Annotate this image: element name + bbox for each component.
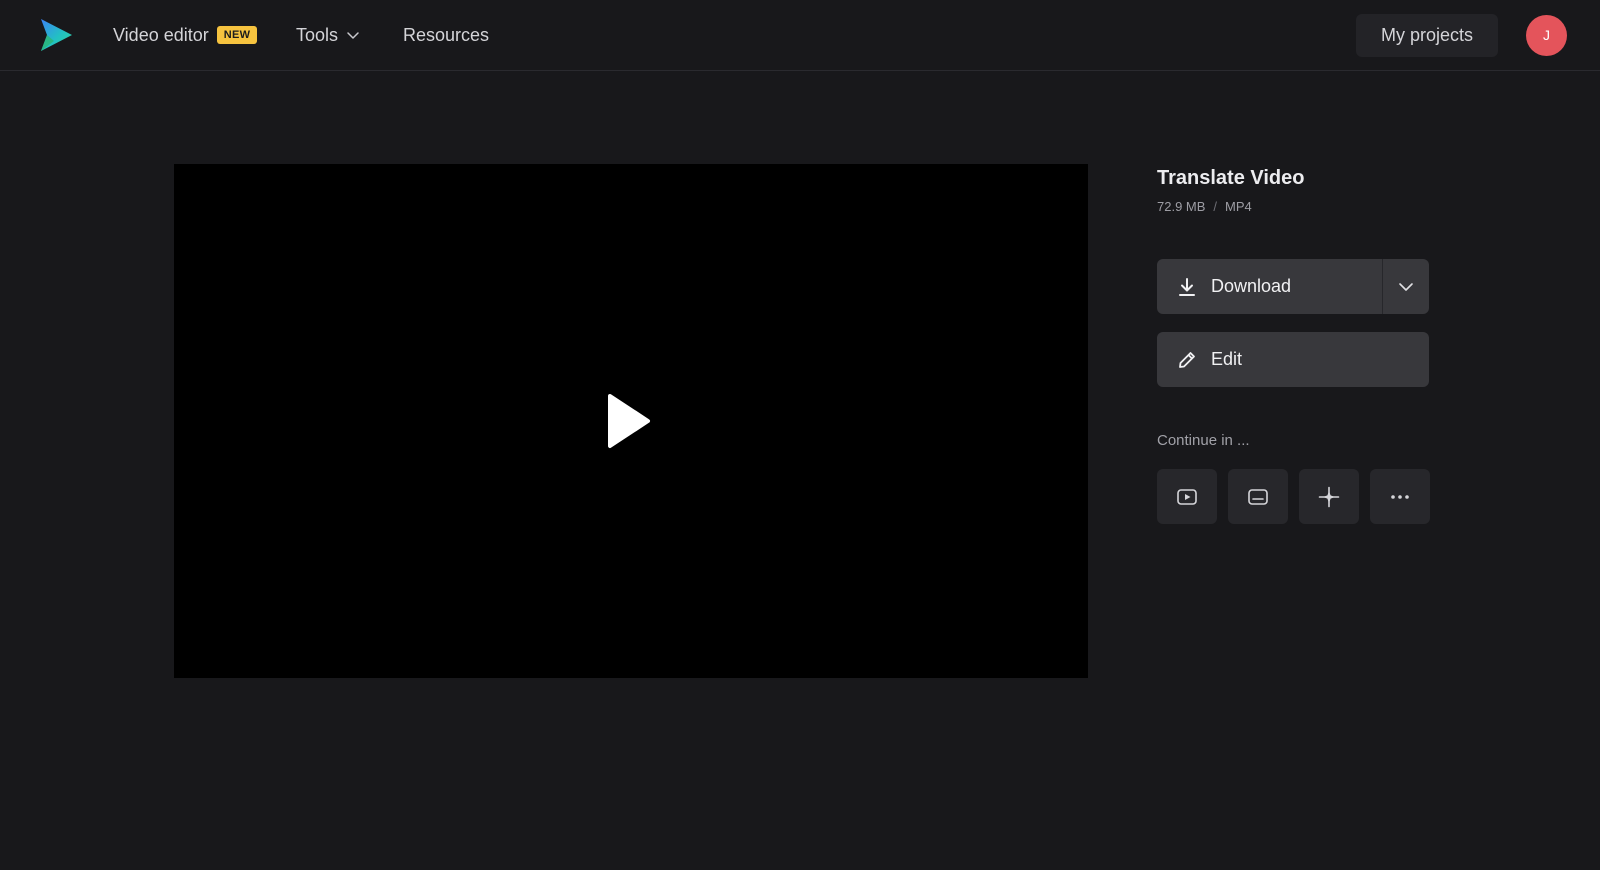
download-button-group: Download [1157, 259, 1429, 314]
nav-tools-dropdown[interactable]: Tools [296, 22, 360, 48]
continue-more-button[interactable] [1370, 469, 1430, 524]
new-badge: NEW [216, 26, 258, 44]
nav-video-editor-label: Video editor [113, 25, 209, 45]
video-title: Translate Video [1157, 167, 1305, 189]
continue-subtitles-button[interactable] [1228, 469, 1288, 524]
chevron-down-icon [347, 32, 359, 39]
nav-resources-label: Resources [403, 25, 490, 45]
more-icon [1391, 494, 1409, 499]
nav-resources[interactable]: Resources [403, 22, 489, 48]
edit-label: Edit [1211, 349, 1243, 369]
nav-video-editor[interactable]: Video editor NEW [113, 22, 258, 48]
continue-video-player-button[interactable] [1157, 469, 1217, 524]
meta-separator: / [1213, 199, 1218, 214]
sparkle-icon [1318, 486, 1340, 507]
pencil-icon [1179, 351, 1195, 368]
nav-tools-label: Tools [296, 25, 339, 45]
top-navigation-bar: Video editor NEW Tools Resources My proj… [0, 0, 1600, 71]
download-label: Download [1211, 276, 1292, 296]
play-box-icon [1177, 488, 1197, 505]
user-avatar[interactable]: J [1526, 15, 1567, 56]
play-icon[interactable] [604, 392, 654, 450]
edit-button[interactable]: Edit [1157, 332, 1429, 387]
video-meta: 72.9 MB / MP4 [1157, 199, 1429, 215]
chevron-down-icon [1399, 282, 1413, 291]
subtitles-icon [1248, 488, 1268, 505]
my-projects-button[interactable]: My projects [1356, 14, 1498, 57]
continue-in-label: Continue in ... [1157, 432, 1250, 449]
video-details-panel: Translate Video 72.9 MB / MP4 Download Edi… [1157, 160, 1430, 524]
app-logo-icon[interactable] [38, 17, 74, 53]
continue-ai-tools-button[interactable] [1299, 469, 1359, 524]
file-format: MP4 [1225, 199, 1252, 214]
download-button[interactable]: Download [1157, 259, 1382, 314]
download-options-button[interactable] [1382, 259, 1429, 314]
download-icon [1179, 277, 1195, 296]
file-size: 72.9 MB [1157, 199, 1206, 214]
